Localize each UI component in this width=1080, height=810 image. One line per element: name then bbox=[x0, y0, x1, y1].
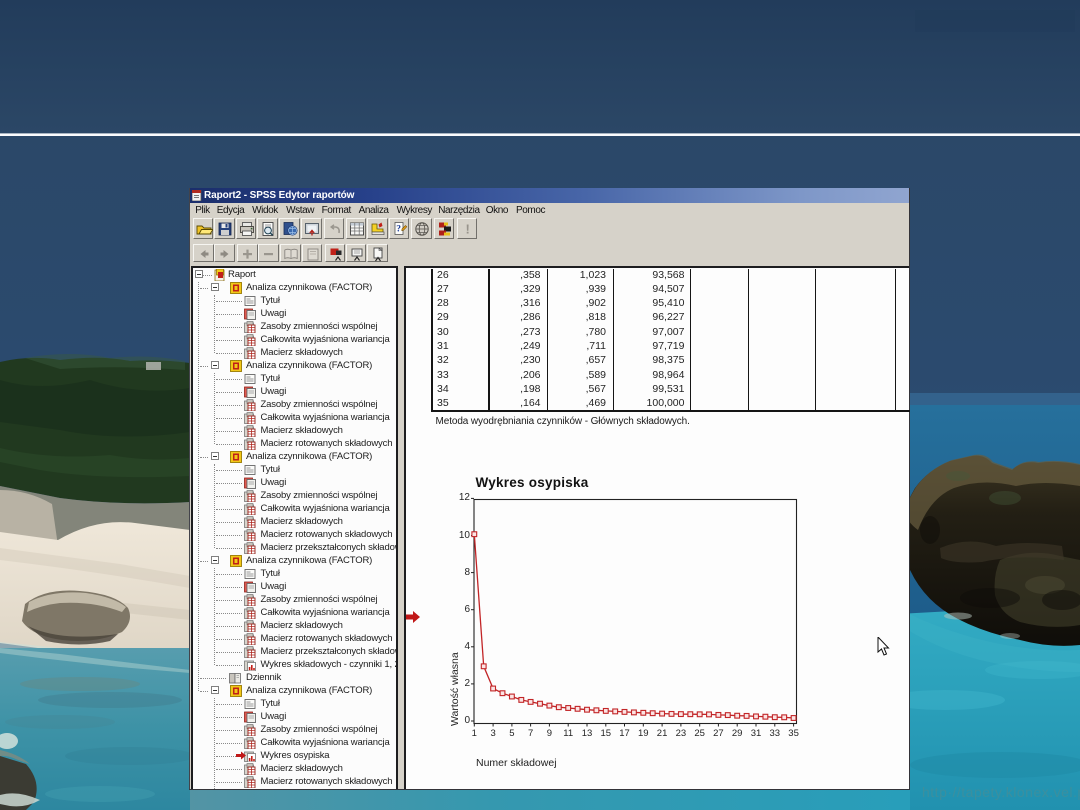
svg-text:!: ! bbox=[465, 222, 469, 237]
svg-text:?: ? bbox=[396, 225, 401, 235]
svg-text:http·//tapety.klonex.vel.pl: http·//tapety.klonex.vel.pl bbox=[922, 784, 1080, 800]
